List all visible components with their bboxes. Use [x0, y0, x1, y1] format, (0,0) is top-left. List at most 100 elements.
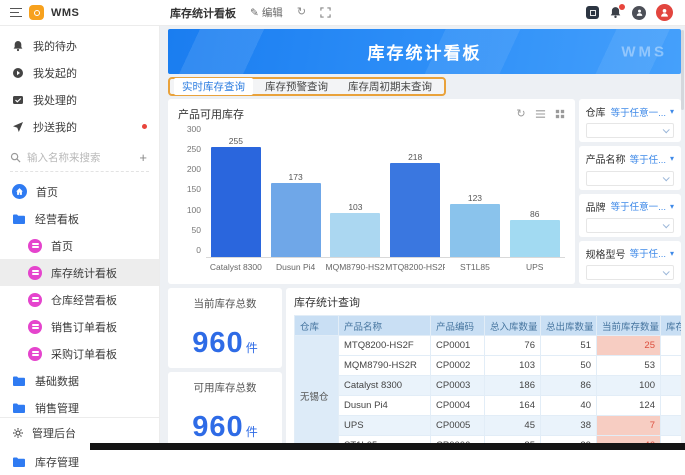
topbar-right — [586, 4, 685, 21]
edit-button[interactable]: ✎ 编辑 — [250, 5, 283, 20]
sidebar-item-label: 销售订单看板 — [51, 319, 117, 335]
inventory-stats-table-card: 库存统计查询 仓库 产品名称 产品编码 总入库数量 总出库数量 当前库存数量 库… — [286, 288, 681, 450]
sidebar: 我的待办 我发起的 我处理的 抄送我的 — [0, 26, 160, 450]
filter-select[interactable] — [586, 265, 674, 280]
available-inventory-chart-card: 产品可用库存 ↻ 300250 — [168, 99, 575, 284]
help-avatar-icon[interactable] — [632, 6, 646, 20]
app-logo-text: WMS — [51, 7, 79, 19]
sidebar-item-label: 库存统计看板 — [51, 265, 117, 281]
table-row[interactable]: MQM8790-HS2R CP0002 103 50 53 0 — [295, 356, 682, 376]
stat-label: 可用库存总数 — [168, 380, 282, 395]
sidebar-group-dashboards[interactable]: 经营看板 — [0, 205, 159, 232]
sidebar-item-home-dashboard[interactable]: 首页 — [0, 232, 159, 259]
filter-label: 仓库 — [586, 104, 606, 119]
x-axis-labels: Catalyst 8300Dusun Pi4 MQM8790-HS2RMTQ82… — [206, 259, 565, 272]
chart-grid-icon[interactable] — [555, 109, 565, 119]
apps-icon[interactable] — [586, 6, 599, 19]
col-product-name[interactable]: 产品名称 — [339, 316, 431, 336]
sidebar-item-sales-order-dashboard[interactable]: 销售订单看板 — [0, 313, 159, 340]
sidebar-item-cc-to-me[interactable]: 抄送我的 — [0, 113, 159, 140]
stat-label: 当前库存总数 — [168, 296, 282, 311]
filter-select[interactable] — [586, 171, 674, 186]
dashboard-icon — [28, 347, 42, 361]
chart-refresh-icon[interactable]: ↻ — [516, 109, 525, 120]
sidebar-item-label: 采购订单看板 — [51, 346, 117, 362]
table-row[interactable]: Catalyst 8300 CP0003 186 86 100 0 — [295, 376, 682, 396]
page-title: 库存统计看板 — [170, 5, 236, 21]
caret-down-icon[interactable]: ▾ — [670, 154, 674, 163]
tab-period-inventory[interactable]: 库存周初期末查询 — [340, 78, 440, 95]
chart-bar[interactable] — [450, 204, 500, 257]
filter-operator[interactable]: 等于任... — [630, 152, 666, 166]
col-product-code[interactable]: 产品编码 — [431, 316, 485, 336]
plot-area: 255 173 103 218 123 86 — [206, 128, 565, 258]
app-logo-icon[interactable] — [29, 5, 44, 20]
fullscreen-icon[interactable] — [320, 7, 331, 18]
sidebar-group-basic-data[interactable]: 基础数据 — [0, 367, 159, 394]
filter-select[interactable] — [586, 123, 674, 138]
search-input[interactable] — [27, 152, 133, 164]
chart-list-icon[interactable] — [535, 109, 546, 119]
caret-down-icon[interactable]: ▾ — [670, 107, 674, 116]
admin-console-button[interactable]: 管理后台 — [0, 417, 159, 441]
filter-panel: 仓库 等于任意一... ▾ 产品名称 等于任... ▾ 品牌 等于任意一... — [579, 99, 681, 284]
sidebar-group-inventory-management[interactable]: 库存管理 — [0, 448, 159, 475]
filter-operator[interactable]: 等于任... — [630, 246, 666, 260]
scrollbar[interactable] — [681, 30, 684, 110]
stat-unit: 件 — [246, 341, 258, 355]
chevron-down-icon — [663, 127, 670, 134]
table-header-row: 仓库 产品名称 产品编码 总入库数量 总出库数量 当前库存数量 库存冻结数量 当… — [295, 316, 682, 336]
sidebar-item-inventory-stats-dashboard[interactable]: 库存统计看板 — [0, 259, 159, 286]
menu-icon[interactable] — [10, 8, 22, 17]
refresh-icon[interactable]: ↻ — [297, 7, 306, 18]
bell-icon — [12, 40, 24, 52]
sidebar-item-purchase-order-dashboard[interactable]: 采购订单看板 — [0, 340, 159, 367]
sidebar-item-label: 抄送我的 — [33, 119, 133, 135]
filter-operator[interactable]: 等于任意一... — [610, 105, 666, 119]
sidebar-item-my-todos[interactable]: 我的待办 — [0, 32, 159, 59]
col-frozen-stock[interactable]: 库存冻结数量 — [661, 316, 682, 336]
user-avatar[interactable] — [656, 4, 673, 21]
add-icon[interactable]: + — [139, 150, 149, 165]
chart-bar[interactable] — [510, 220, 560, 257]
notification-bell-icon[interactable] — [609, 6, 622, 19]
filter-operator[interactable]: 等于任意一... — [610, 199, 666, 213]
col-current-stock[interactable]: 当前库存数量 — [597, 316, 661, 336]
table-row[interactable]: 无锡仓 MTQ8200-HS2F CP0001 76 51 25 0 — [295, 336, 682, 356]
filter-label: 品牌 — [586, 199, 606, 214]
bar-value-label: 218 — [408, 152, 422, 162]
bar-chart: 300250 200150 10050 0 255 173 103 218 12… — [178, 128, 565, 259]
topbar-middle: 库存统计看板 ✎ 编辑 ↻ — [160, 5, 586, 21]
caret-down-icon[interactable]: ▾ — [670, 202, 674, 211]
chart-bar[interactable] — [271, 183, 321, 257]
table-row[interactable]: UPS CP0005 45 38 7 0 — [295, 416, 682, 436]
col-total-in[interactable]: 总入库数量 — [485, 316, 541, 336]
col-total-out[interactable]: 总出库数量 — [541, 316, 597, 336]
tab-realtime-inventory[interactable]: 实时库存查询 — [174, 78, 253, 95]
bar-value-label: 173 — [289, 172, 303, 182]
stat-value: 960 — [192, 411, 243, 443]
sidebar-item-initiated-by-me[interactable]: 我发起的 — [0, 59, 159, 86]
dashboard-icon — [28, 266, 42, 280]
search-icon — [10, 152, 21, 163]
filter-select[interactable] — [586, 218, 674, 233]
admin-console-label: 管理后台 — [32, 425, 76, 441]
filter-label: 产品名称 — [586, 151, 626, 166]
col-warehouse[interactable]: 仓库 — [295, 316, 339, 336]
tab-inventory-warning[interactable]: 库存预警查询 — [257, 78, 336, 95]
chart-bar[interactable] — [330, 213, 380, 257]
sidebar-item-label: 我处理的 — [33, 92, 147, 108]
stat-unit: 件 — [246, 425, 258, 439]
sidebar-group-label: 销售管理 — [35, 400, 79, 416]
table-row[interactable]: Dusun Pi4 CP0004 164 40 124 0 — [295, 396, 682, 416]
caret-down-icon[interactable]: ▾ — [670, 249, 674, 258]
chart-bar[interactable] — [211, 147, 261, 257]
sidebar-item-home[interactable]: 首页 — [0, 178, 159, 205]
banner-watermark: WMS — [621, 43, 667, 60]
sidebar-item-handled-by-me[interactable]: 我处理的 — [0, 86, 159, 113]
dashboard-icon — [28, 320, 42, 334]
chart-bar[interactable] — [390, 163, 440, 257]
sidebar-item-label: 我的待办 — [33, 38, 147, 54]
sidebar-item-warehouse-dashboard[interactable]: 仓库经营看板 — [0, 286, 159, 313]
play-circle-icon — [12, 67, 24, 79]
